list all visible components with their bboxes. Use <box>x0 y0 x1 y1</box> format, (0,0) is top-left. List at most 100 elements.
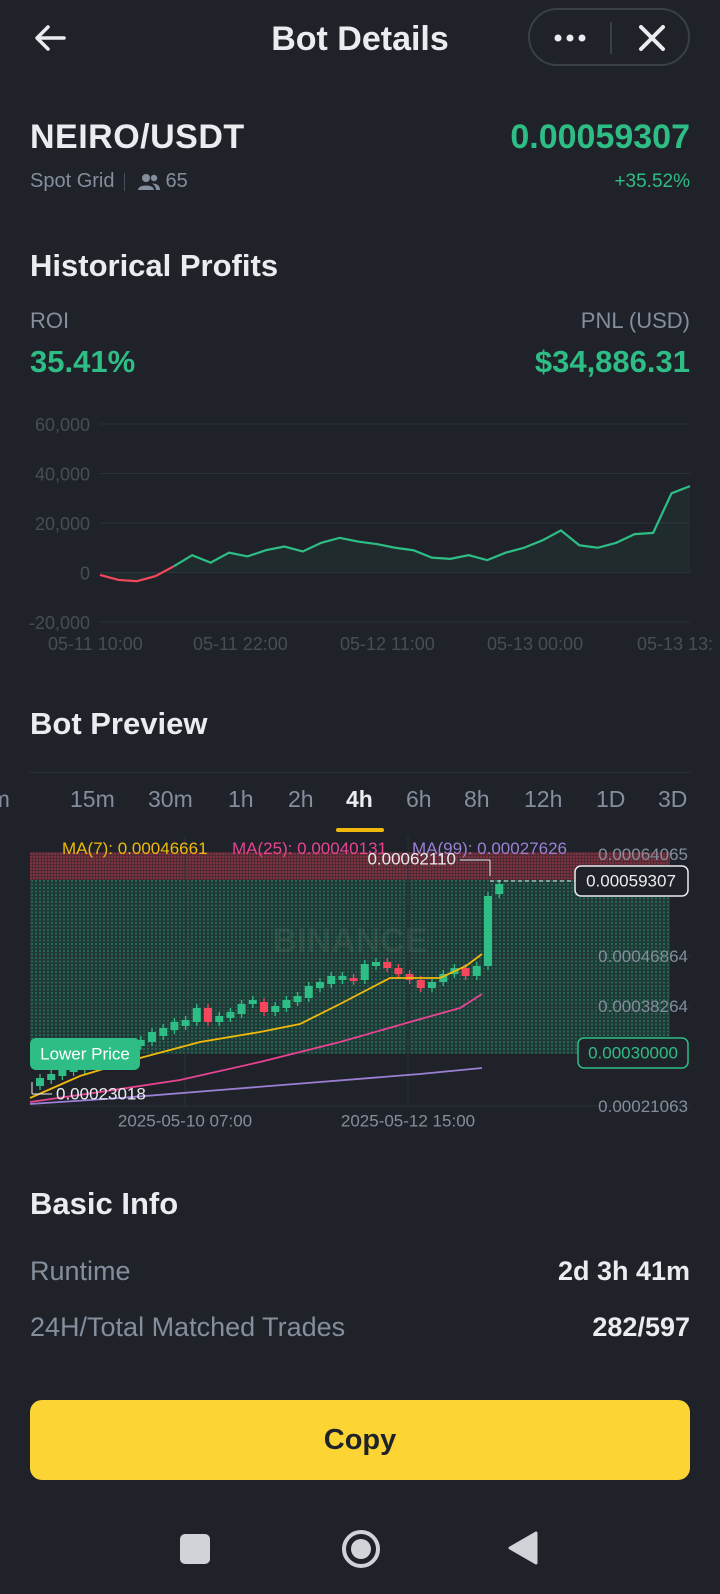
candle-body <box>293 996 302 1002</box>
pnl-label: PNL (USD) <box>580 308 690 333</box>
candle-body <box>461 968 470 976</box>
candle-body <box>416 980 425 988</box>
y-tick-label: 40,000 <box>35 465 90 485</box>
candle-body <box>226 1012 235 1018</box>
roi-label: ROI <box>30 308 70 333</box>
tab-15m[interactable]: 15m <box>70 786 115 813</box>
candle-body <box>405 974 414 980</box>
header-actions-pill <box>528 8 690 66</box>
copy-button[interactable]: Copy <box>30 1400 690 1480</box>
pnl-value: $34,886.31 <box>534 344 690 379</box>
active-tab-indicator <box>336 828 384 832</box>
pnl-line-chart[interactable]: 60,000 40,000 20,000 0 -20,00005-11 10:00 05-… <box>0 400 720 670</box>
x-tick-label: 05-12 11:00 <box>340 634 435 654</box>
lower-price-badge-text: Lower Price <box>40 1044 130 1063</box>
x-tick-label: 05-11 10:00 <box>48 634 143 654</box>
pill-divider <box>610 22 612 54</box>
interval-tabs: 1m 15m 30m 1h 2h 4h 6h 8h 12h 1D 3D <box>0 780 720 836</box>
tab-4h[interactable]: 4h <box>346 786 373 813</box>
ma25-label: MA(25): 0.00040131 <box>232 839 387 858</box>
top-app-bar: Bot Details <box>0 0 720 80</box>
buy-grid-zone <box>30 880 670 1054</box>
candle-body <box>215 1016 224 1022</box>
tab-1h[interactable]: 1h <box>228 786 254 813</box>
time-axis-label: 2025-05-12 15:00 <box>341 1111 475 1130</box>
bot-type: Spot Grid <box>30 170 115 192</box>
low-price-label: 0.00023018 <box>56 1084 146 1103</box>
candle-body <box>338 976 347 980</box>
basic-info-title: Basic Info <box>30 1186 179 1221</box>
close-icon[interactable] <box>622 14 682 62</box>
candlestick-chart[interactable]: BINANCE MA(7): 0.00046661 MA(25): 0.000401… <box>0 836 720 1136</box>
current-price: 0.00059307 <box>510 118 690 156</box>
historical-profits-title: Historical Profits <box>30 248 279 283</box>
candle-body <box>159 1028 168 1036</box>
price-axis-label: 0.00064065 <box>598 845 688 864</box>
tab-12h[interactable]: 12h <box>524 786 562 813</box>
candle-body <box>47 1074 56 1080</box>
candle-body <box>271 1006 280 1012</box>
price-axis-label: 0.00046864 <box>598 947 688 966</box>
price-axis-label: 0.00038264 <box>598 997 688 1016</box>
time-axis-label: 2025-05-10 07:00 <box>118 1111 252 1130</box>
candle-body <box>192 1008 201 1022</box>
pnl-area <box>100 486 690 582</box>
tab-8h[interactable]: 8h <box>464 786 490 813</box>
nav-back-icon[interactable] <box>506 1530 540 1566</box>
users-icon <box>137 172 161 192</box>
section-divider <box>30 772 690 773</box>
roi-value: 35.41% <box>30 344 136 379</box>
candle-body <box>148 1032 156 1042</box>
tab-1d[interactable]: 1D <box>596 786 625 813</box>
candle-body <box>36 1078 44 1086</box>
candle-body <box>394 968 403 974</box>
x-tick-label: 05-13 13: <box>637 634 713 654</box>
candle-body <box>316 982 324 988</box>
high-price-label: 0.00062110 <box>367 849 456 868</box>
candle-body <box>282 1000 291 1008</box>
candle-body <box>484 896 492 966</box>
runtime-label: Runtime <box>30 1256 131 1286</box>
price-change: +35.52% <box>614 171 690 192</box>
tab-30m[interactable]: 30m <box>148 786 193 813</box>
candle-body <box>360 964 369 980</box>
price-axis-label: 0.00021063 <box>598 1097 688 1116</box>
watermark-logo: BINANCE <box>273 922 428 960</box>
ma7-label: MA(7): 0.00046661 <box>62 839 208 858</box>
trading-pair: NEIRO/USDT <box>30 118 245 156</box>
more-options-icon[interactable] <box>540 14 600 62</box>
recents-icon[interactable] <box>180 1534 210 1564</box>
candle-body <box>170 1022 179 1030</box>
tab-3d[interactable]: 3D <box>658 786 687 813</box>
candle-body <box>472 966 481 976</box>
candle-body <box>237 1004 246 1014</box>
candle-body <box>428 982 436 988</box>
candle-body <box>304 986 313 998</box>
y-tick-label: 60,000 <box>35 415 90 435</box>
system-nav-bar <box>0 1510 720 1594</box>
y-tick-label: 0 <box>80 564 90 584</box>
bot-preview-title: Bot Preview <box>30 706 208 741</box>
candle-body <box>248 1000 257 1004</box>
candle-body <box>181 1020 190 1026</box>
tab-1m[interactable]: 1m <box>0 786 10 813</box>
candle-body <box>372 962 380 966</box>
candle-body <box>495 884 504 894</box>
candle-body <box>349 978 358 981</box>
subtitle-divider <box>124 172 126 191</box>
current-price-tag-text: 0.00059307 <box>586 871 676 890</box>
home-icon[interactable] <box>340 1528 382 1570</box>
lower-price-value: 0.00030000 <box>588 1043 678 1062</box>
tab-2h[interactable]: 2h <box>288 786 314 813</box>
matched-trades-value: 282/597 <box>592 1312 690 1342</box>
bot-subtitle: Spot Grid 65 <box>30 170 188 193</box>
matched-trades-label: 24H/Total Matched Trades <box>30 1312 346 1342</box>
x-tick-label: 05-11 22:00 <box>193 634 288 654</box>
copier-count: 65 <box>165 170 188 192</box>
tab-6h[interactable]: 6h <box>406 786 432 813</box>
candle-body <box>327 976 336 984</box>
candle-body <box>260 1002 268 1012</box>
x-tick-label: 05-13 00:00 <box>487 634 583 654</box>
runtime-value: 2d 3h 41m <box>557 1256 690 1286</box>
y-tick-label: -20,000 <box>29 613 90 633</box>
